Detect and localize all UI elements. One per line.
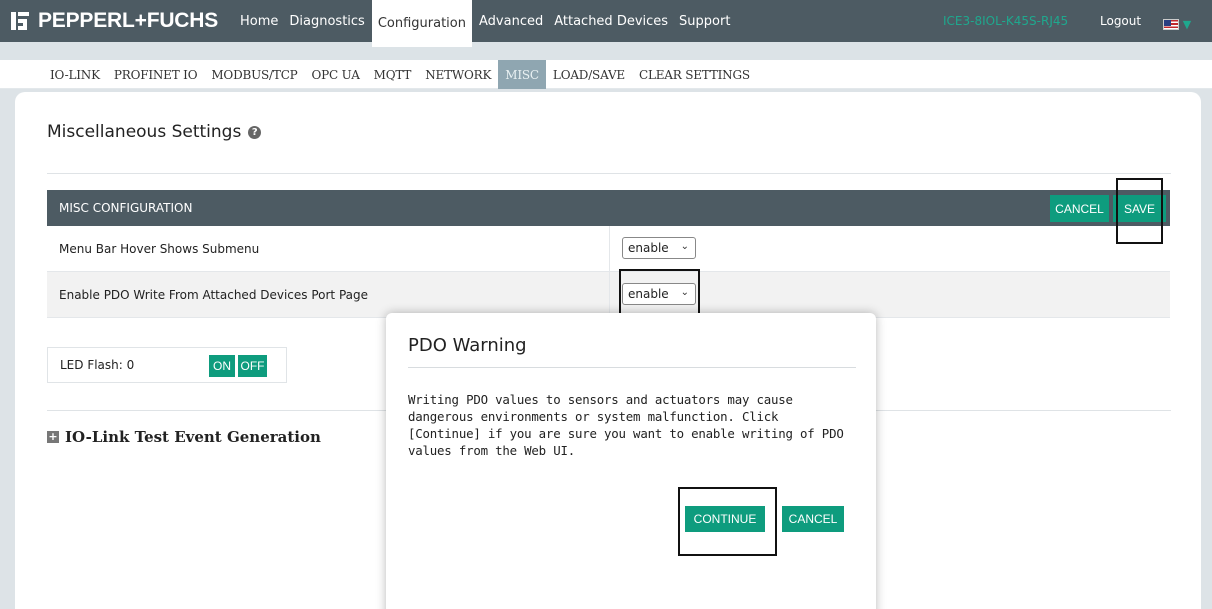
- config-row-value-cell: enable ⌄: [609, 226, 696, 272]
- config-row-label: Enable PDO Write From Attached Devices P…: [59, 287, 369, 302]
- nav-advanced[interactable]: Advanced: [475, 0, 547, 42]
- divider: [408, 367, 856, 368]
- sub-navigation: IO-LINK PROFINET IO MODBUS/TCP OPC UA MQ…: [0, 60, 1212, 89]
- nav-configuration[interactable]: Configuration: [371, 0, 472, 47]
- misc-config-title: MISC CONFIGURATION: [59, 201, 193, 215]
- dialog-message-line: dangerous environments or system malfunc…: [408, 409, 779, 424]
- expand-plus-icon: +: [47, 430, 59, 443]
- config-row-label: Menu Bar Hover Shows Submenu: [59, 241, 260, 256]
- brand-logo[interactable]: PEPPERL+FUCHS: [9, 0, 218, 42]
- subnav-load-save[interactable]: LOAD/SAVE: [546, 60, 632, 89]
- subnav-network[interactable]: NETWORK: [418, 60, 498, 89]
- dialog-message: Writing PDO values to sensors and actuat…: [408, 391, 856, 459]
- highlight-box-save: [1116, 178, 1163, 244]
- highlight-box-continue: [678, 487, 777, 556]
- pdo-warning-dialog: PDO Warning Writing PDO values to sensor…: [386, 313, 876, 609]
- misc-config-header: MISC CONFIGURATION: [47, 190, 1170, 226]
- subnav-clear-settings[interactable]: CLEAR SETTINGS: [632, 60, 757, 89]
- nav-diagnostics[interactable]: Diagnostics: [285, 0, 368, 42]
- main-navigation: Home Diagnostics Configuration Advanced …: [236, 0, 734, 47]
- device-name: ICE3-8IOL-K45S-RJ45: [943, 14, 1069, 28]
- divider: [47, 173, 1171, 174]
- dialog-cancel-button[interactable]: CANCEL: [782, 506, 844, 532]
- top-bar-lower-strip: [0, 42, 1212, 60]
- subnav-io-link[interactable]: IO-LINK: [43, 60, 107, 89]
- io-link-test-event-toggle[interactable]: + IO-Link Test Event Generation: [47, 428, 321, 446]
- subnav-profinet-io[interactable]: PROFINET IO: [107, 60, 204, 89]
- help-icon[interactable]: ?: [248, 125, 262, 139]
- subnav-opc-ua[interactable]: OPC UA: [305, 60, 367, 89]
- menu-hover-select-value: enable: [628, 241, 669, 255]
- dialog-title: PDO Warning: [408, 335, 527, 356]
- page-title: Miscellaneous Settings ?: [47, 122, 262, 142]
- caret-down-icon: ▼: [1182, 17, 1192, 31]
- top-navigation-bar: PEPPERL+FUCHS Home Diagnostics Configura…: [0, 0, 1212, 60]
- us-flag-icon: [1162, 18, 1179, 30]
- page-title-text: Miscellaneous Settings: [47, 122, 242, 142]
- pf-logo-icon: [9, 10, 31, 32]
- nav-attached-devices[interactable]: Attached Devices: [550, 0, 672, 42]
- led-on-button[interactable]: ON: [209, 355, 235, 377]
- led-flash-label: LED Flash: 0: [60, 358, 135, 372]
- subnav-modbus-tcp[interactable]: MODBUS/TCP: [204, 60, 304, 89]
- subnav-misc[interactable]: MISC: [498, 60, 546, 89]
- dialog-message-line: values from the Web UI.: [408, 443, 575, 458]
- nav-support[interactable]: Support: [675, 0, 734, 42]
- config-row-value-cell: enable ⌄: [609, 272, 696, 318]
- dialog-message-line: [Continue] if you are sure you want to e…: [408, 426, 844, 441]
- nav-home[interactable]: Home: [236, 0, 282, 42]
- chevron-down-icon: ⌄: [680, 241, 689, 252]
- config-row-pdo-write: Enable PDO Write From Attached Devices P…: [47, 272, 1170, 318]
- led-off-button[interactable]: OFF: [238, 355, 267, 377]
- logout-link[interactable]: Logout: [1100, 0, 1141, 42]
- io-link-test-event-label: IO-Link Test Event Generation: [65, 428, 321, 446]
- subnav-mqtt[interactable]: MQTT: [367, 60, 419, 89]
- language-selector[interactable]: ▼: [1155, 13, 1199, 35]
- menu-hover-select[interactable]: enable ⌄: [622, 237, 696, 259]
- dialog-message-line: Writing PDO values to sensors and actuat…: [408, 392, 793, 407]
- config-row-menu-hover: Menu Bar Hover Shows Submenu enable ⌄: [47, 226, 1170, 272]
- highlight-box-pdo-select: [619, 269, 700, 317]
- config-cancel-button[interactable]: CANCEL: [1050, 195, 1109, 222]
- brand-name: PEPPERL+FUCHS: [38, 9, 219, 32]
